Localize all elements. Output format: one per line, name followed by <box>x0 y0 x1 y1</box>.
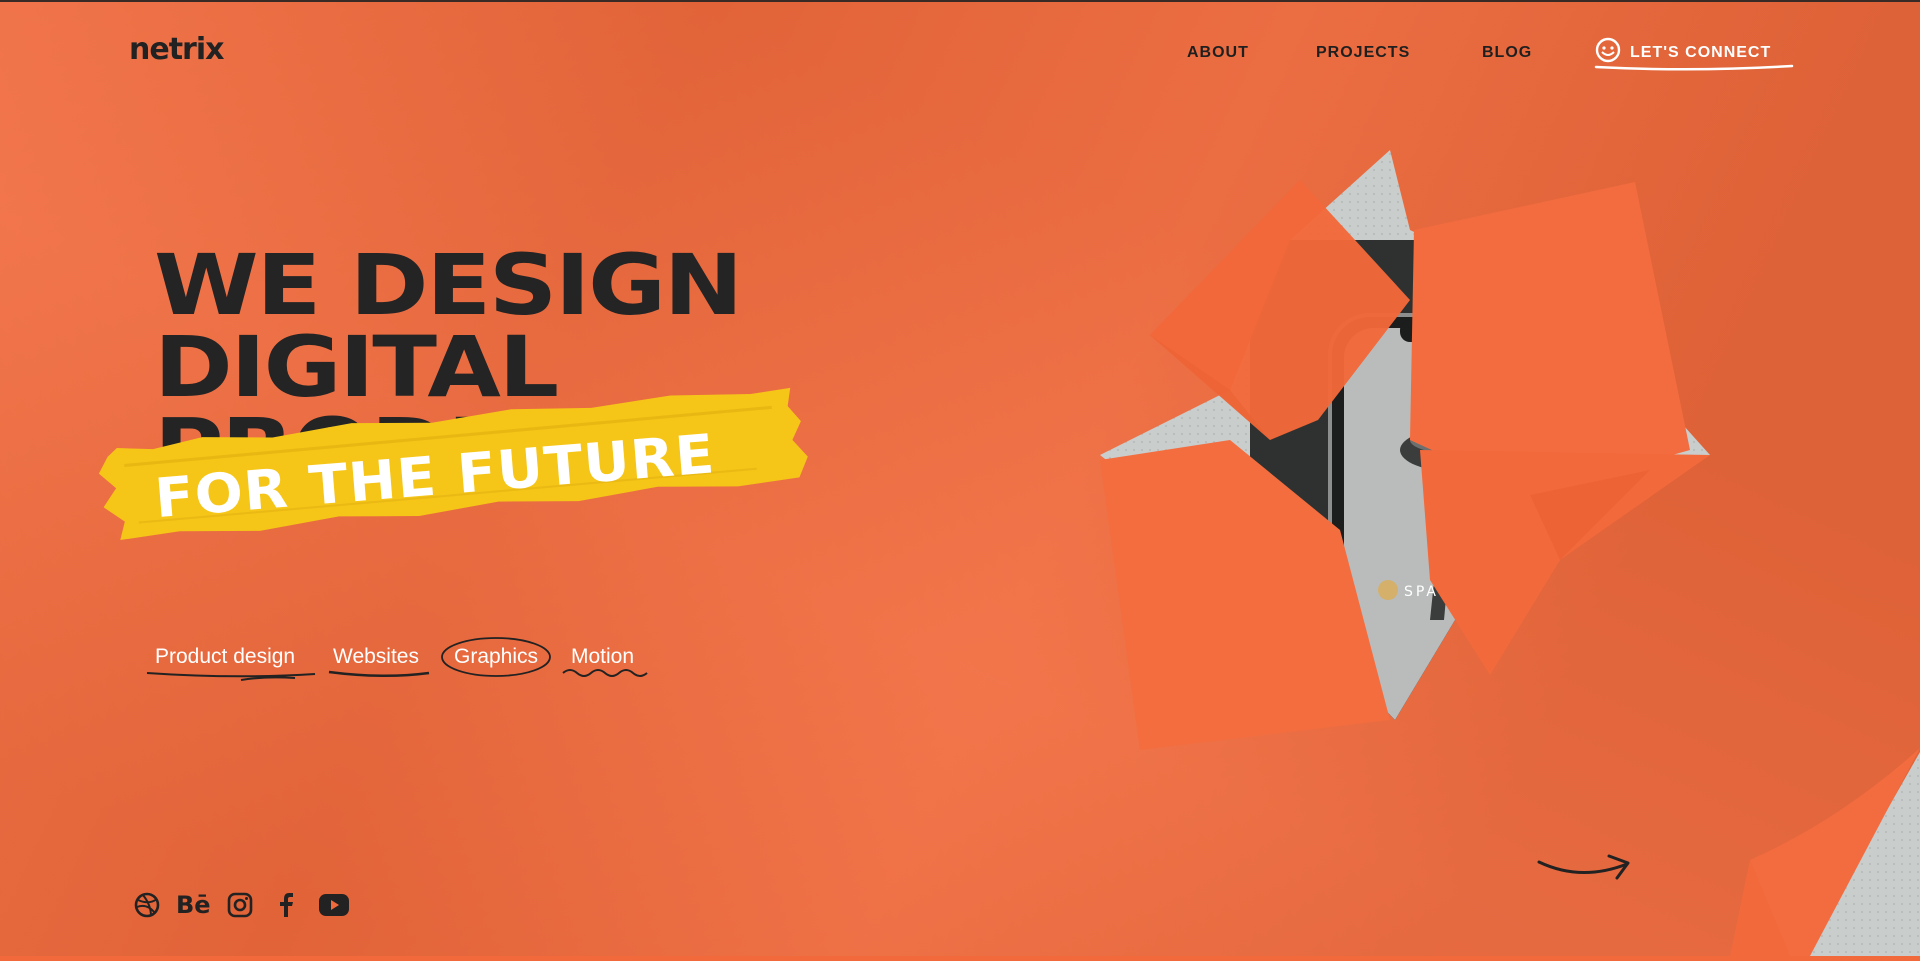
svg-text:Bē: Bē <box>176 891 210 919</box>
nav-projects[interactable]: PROJECTS <box>1316 44 1410 62</box>
category-label: Motion <box>571 645 635 668</box>
torn-paper-phone-image: SPA <box>1100 150 1710 750</box>
lets-connect-label: LET'S CONNECT <box>1630 44 1772 61</box>
dribbble-icon[interactable] <box>133 891 161 919</box>
category-label: Graphics <box>454 645 539 668</box>
category-motion[interactable]: Motion <box>562 645 648 677</box>
lets-connect-button[interactable]: LET'S CONNECT <box>1594 36 1794 72</box>
behance-icon[interactable]: Bē <box>176 891 210 919</box>
category-label: Product design <box>155 645 296 668</box>
instagram-icon[interactable] <box>226 891 254 919</box>
logo[interactable]: netrix <box>129 32 224 67</box>
svg-text:SPA: SPA <box>1404 584 1439 600</box>
nav-blog[interactable]: BLOG <box>1482 44 1532 62</box>
page-curl <box>1730 740 1920 956</box>
top-border <box>0 0 1920 2</box>
underline-scribble <box>146 672 316 681</box>
wave-scribble <box>562 669 648 677</box>
category-graphics[interactable]: Graphics <box>441 637 551 677</box>
underline-scribble <box>328 670 430 678</box>
category-label: Websites <box>333 645 419 668</box>
youtube-icon[interactable] <box>318 891 350 919</box>
circle-scribble <box>441 637 551 677</box>
nav-about[interactable]: ABOUT <box>1187 44 1249 62</box>
next-arrow-icon[interactable] <box>1535 846 1635 891</box>
category-product-design[interactable]: Product design <box>146 645 316 681</box>
category-websites[interactable]: Websites <box>328 645 430 678</box>
facebook-icon[interactable] <box>272 891 300 919</box>
hero-line-1: WE DESIGN <box>154 236 743 334</box>
hero-illustration: SPA <box>1090 150 1730 760</box>
